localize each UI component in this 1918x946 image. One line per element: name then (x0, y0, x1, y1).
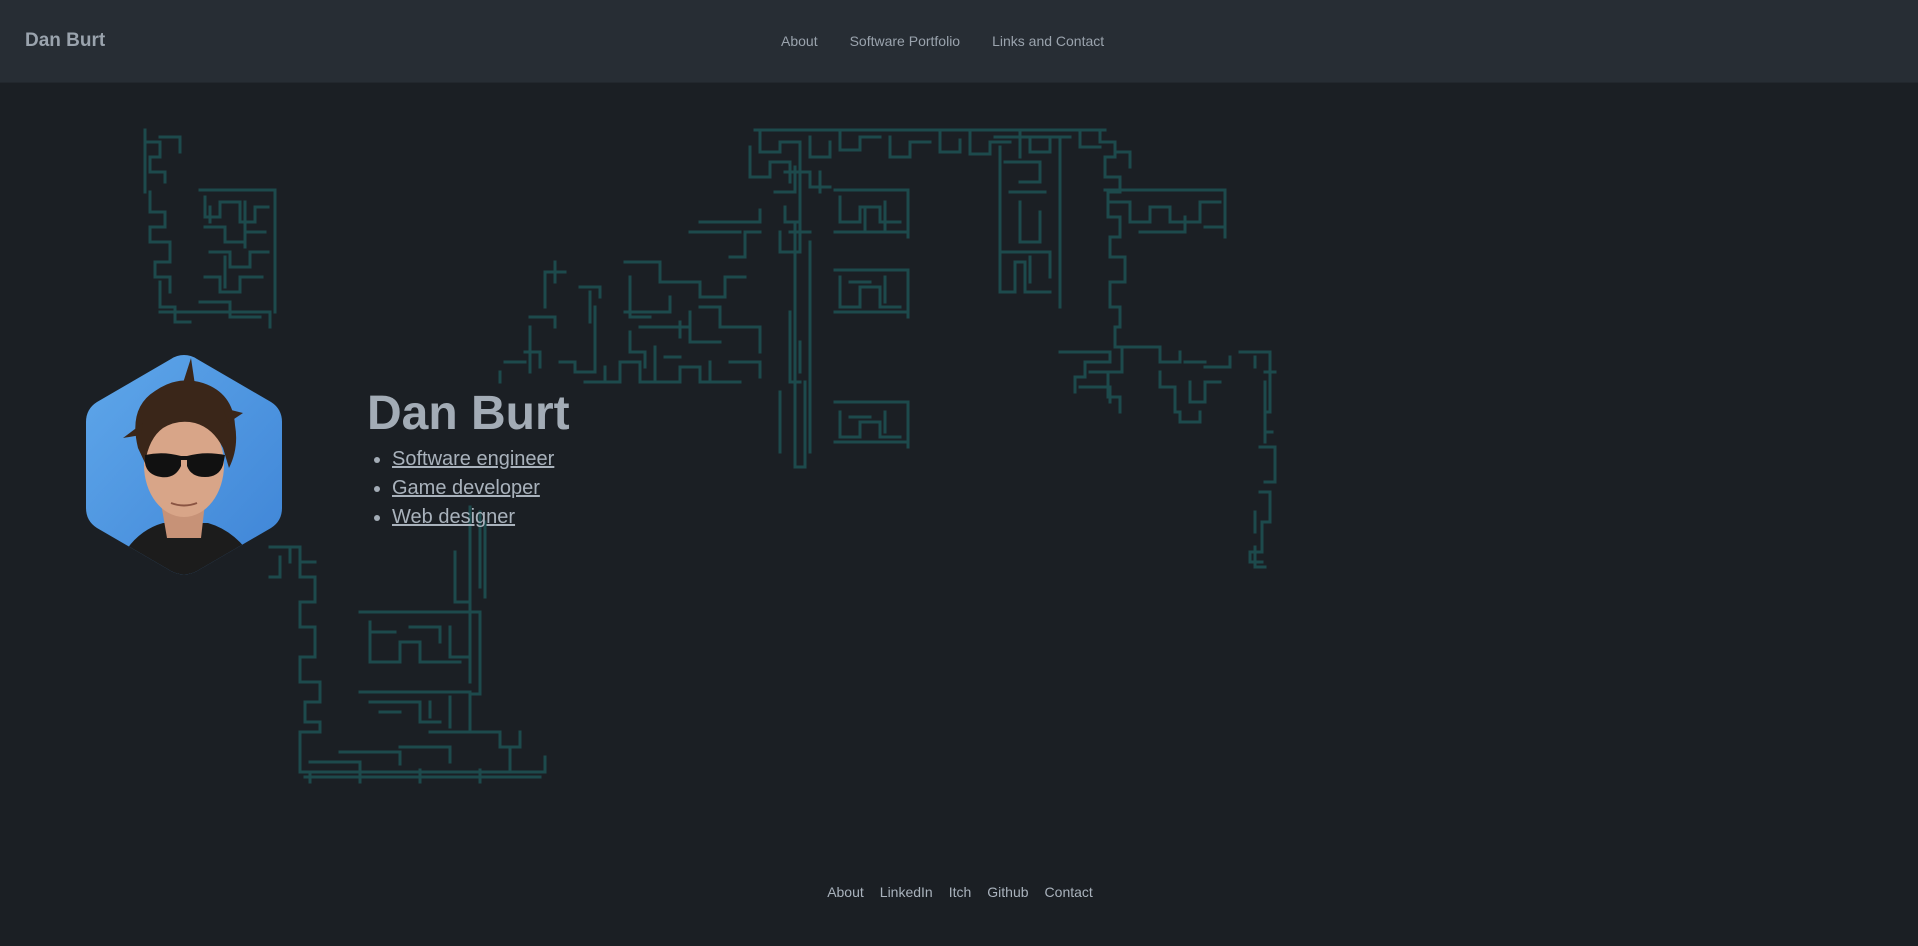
hero-name: Dan Burt (367, 387, 570, 440)
list-item: Game developer (392, 474, 554, 503)
nav-link-about[interactable]: About (781, 33, 818, 49)
nav-link-software-portfolio[interactable]: Software Portfolio (850, 33, 961, 49)
list-item: Software engineer (392, 445, 554, 474)
list-item: Web designer (392, 503, 554, 532)
roles-list: Software engineer Game developer Web des… (368, 445, 554, 532)
maze-background (143, 128, 1277, 784)
footer-link-contact[interactable]: Contact (1045, 884, 1093, 900)
footer-link-github[interactable]: Github (987, 884, 1028, 900)
role-link-software-engineer[interactable]: Software engineer (392, 448, 554, 470)
footer-link-linkedin[interactable]: LinkedIn (880, 884, 933, 900)
profile-photo (86, 355, 282, 575)
avatar (83, 353, 285, 577)
role-link-game-developer[interactable]: Game developer (392, 477, 540, 499)
role-link-web-designer[interactable]: Web designer (392, 506, 515, 528)
footer-link-about[interactable]: About (827, 884, 864, 900)
navbar: Dan Burt About Software Portfolio Links … (0, 0, 1918, 83)
footer-nav: About LinkedIn Itch Github Contact (0, 884, 1918, 900)
footer-link-itch[interactable]: Itch (949, 884, 972, 900)
main-nav: About Software Portfolio Links and Conta… (781, 0, 1104, 82)
nav-link-links-and-contact[interactable]: Links and Contact (992, 33, 1104, 49)
brand-link[interactable]: Dan Burt (25, 0, 105, 82)
